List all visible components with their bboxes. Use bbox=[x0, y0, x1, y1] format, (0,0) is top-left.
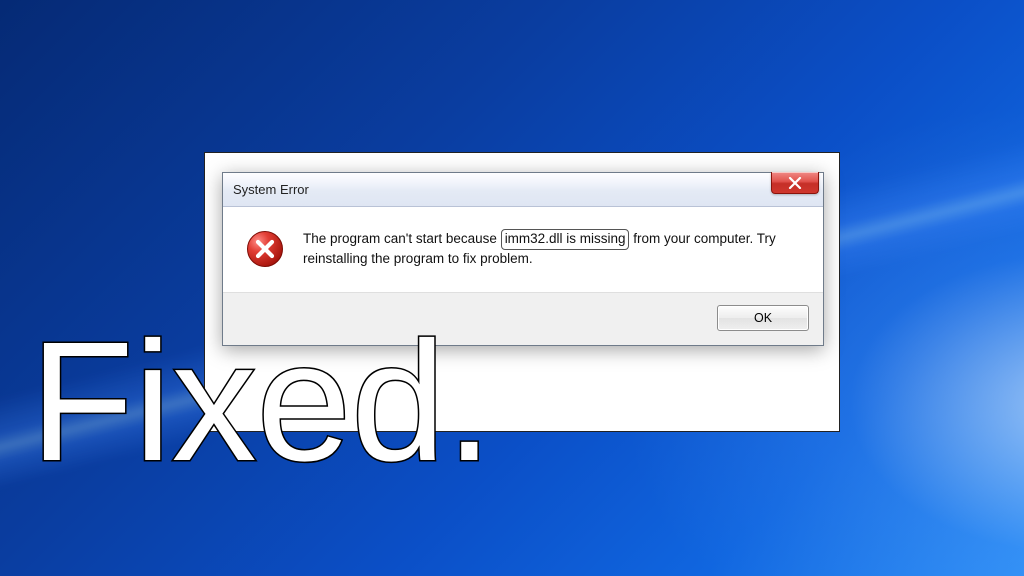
overlay-caption: Fixed. bbox=[30, 290, 510, 510]
dialog-title: System Error bbox=[233, 182, 309, 197]
dialog-titlebar[interactable]: System Error bbox=[223, 173, 823, 207]
close-icon bbox=[788, 177, 802, 189]
dialog-body: The program can't start because imm32.dl… bbox=[223, 207, 823, 293]
close-button[interactable] bbox=[771, 172, 819, 194]
ok-button[interactable]: OK bbox=[717, 305, 809, 331]
overlay-caption-text: Fixed. bbox=[30, 307, 493, 497]
message-highlighted-text: imm32.dll is missing bbox=[501, 229, 630, 250]
dialog-message: The program can't start because imm32.dl… bbox=[303, 229, 801, 274]
message-text-pre: The program can't start because bbox=[303, 231, 501, 246]
error-icon bbox=[245, 229, 285, 274]
